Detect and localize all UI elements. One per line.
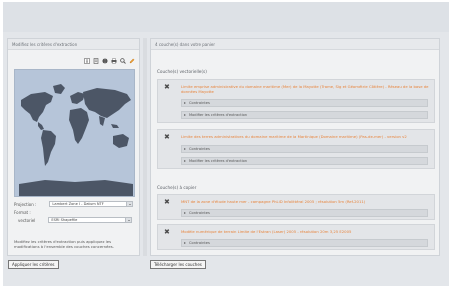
constraints-toggle[interactable]: Contraintes: [181, 99, 428, 107]
format-row: Format :: [14, 210, 31, 215]
vector-layers-title: Couche(s) vectorielle(s): [157, 69, 207, 74]
chevron-down-icon: [125, 218, 132, 222]
modify-criteria-toggle[interactable]: Modifier les critères d'extraction: [181, 111, 428, 119]
globe-icon[interactable]: [102, 58, 108, 64]
cart-panel: 4 couche(s) dans votre panier Couche(s) …: [150, 38, 440, 256]
remove-icon[interactable]: ✖: [164, 84, 170, 91]
world-map[interactable]: [14, 69, 135, 197]
raster-layers-title: Couche(s) à copier: [157, 185, 197, 190]
layers-icon[interactable]: [93, 58, 99, 64]
layer-title[interactable]: Limite des terres administratives du dom…: [181, 134, 430, 139]
remove-icon[interactable]: ✖: [164, 134, 170, 141]
print-icon[interactable]: [111, 58, 117, 64]
layer-group: ✖ MNT de la zone d'étude haute mer - cam…: [157, 194, 435, 220]
remove-icon[interactable]: ✖: [164, 229, 170, 236]
layer-title[interactable]: MNT de la zone d'étude haute mer - campa…: [181, 199, 430, 204]
constraints-toggle[interactable]: Contraintes: [181, 209, 428, 217]
layer-title[interactable]: Limite emprise administrative du domaine…: [181, 84, 430, 94]
projection-label: Projection :: [14, 201, 37, 207]
format-select[interactable]: ESRI Shapefile: [48, 217, 133, 223]
top-bar: [3, 2, 449, 32]
layer-group: ✖ Limite des terres administratives du d…: [157, 129, 435, 169]
constraints-toggle[interactable]: Contraintes: [181, 145, 428, 153]
map-toolbar: [84, 58, 135, 64]
criteria-note: Modifiez les critères d'extraction puis …: [14, 239, 114, 249]
left-panel-header: Modifiez les critères d'extraction: [8, 39, 139, 50]
format-sub-label: vectoriel: [18, 217, 36, 223]
layer-group: ✖ Limite emprise administrative du domai…: [157, 79, 435, 123]
info-icon[interactable]: [84, 58, 90, 64]
projection-select[interactable]: Lambert Zone I - Datum NTF: [49, 201, 134, 207]
apply-criteria-button[interactable]: Appliquer les critères: [8, 260, 59, 269]
modify-criteria-toggle[interactable]: Modifier les critères d'extraction: [181, 157, 428, 165]
constraints-toggle[interactable]: Contraintes: [181, 239, 428, 247]
right-panel-header: 4 couche(s) dans votre panier: [151, 39, 439, 50]
pencil-icon[interactable]: [129, 58, 135, 64]
format-label: Format :: [14, 210, 31, 215]
projection-row: Projection : Lambert Zone I - Datum NTF: [14, 201, 134, 207]
remove-icon[interactable]: ✖: [164, 199, 170, 206]
chevron-down-icon: [126, 202, 133, 206]
download-layers-button[interactable]: Télécharger les couches: [150, 260, 206, 269]
layer-title[interactable]: Modèle numérique de terrain Limite de l'…: [181, 229, 430, 234]
layer-group: ✖ Modèle numérique de terrain Limite de …: [157, 224, 435, 250]
format-vector-row: vectoriel ESRI Shapefile: [14, 217, 133, 223]
panel-splitter[interactable]: [143, 38, 147, 256]
zoom-icon[interactable]: [120, 58, 126, 64]
extraction-criteria-panel: Modifiez les critères d'extraction Proje…: [7, 38, 140, 256]
